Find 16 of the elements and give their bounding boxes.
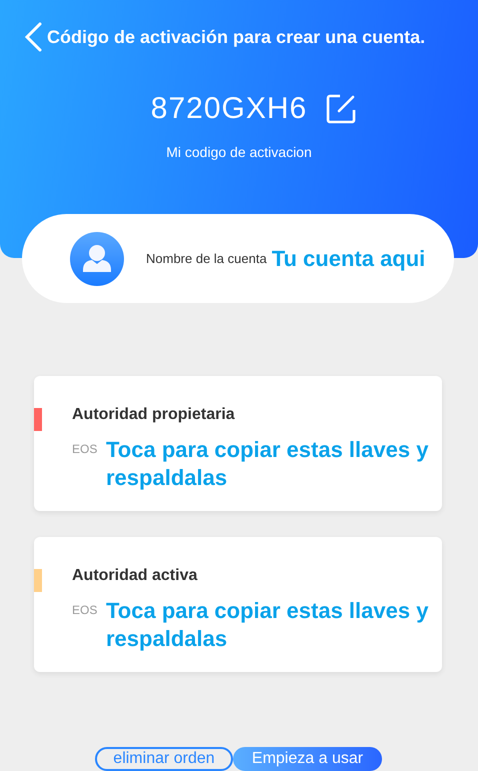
account-label: Nombre de la cuenta <box>146 251 267 266</box>
copy-keys-link[interactable]: Toca para copiar estas llaves y respaldalas <box>106 436 431 492</box>
key-prefix: EOS <box>72 442 98 456</box>
key-prefix: EOS <box>72 603 98 617</box>
authority-title: Autoridad propietaria <box>72 406 236 424</box>
avatar-icon <box>70 232 124 286</box>
account-name[interactable]: Tu cuenta aqui <box>272 246 426 272</box>
start-button[interactable]: Empieza a usar <box>233 747 382 771</box>
back-icon[interactable] <box>24 22 42 52</box>
copy-keys-link[interactable]: Toca para copiar estas llaves y respaldalas <box>106 597 431 653</box>
activation-code: 8720GXH6 <box>150 92 308 126</box>
delete-order-button[interactable]: eliminar orden <box>95 747 233 771</box>
authority-title: Autoridad activa <box>72 567 198 585</box>
code-caption: Mi codigo de activacion <box>165 144 313 160</box>
page-title: Código de activación para crear una cuenta. <box>47 26 426 48</box>
edit-icon[interactable] <box>325 93 358 125</box>
